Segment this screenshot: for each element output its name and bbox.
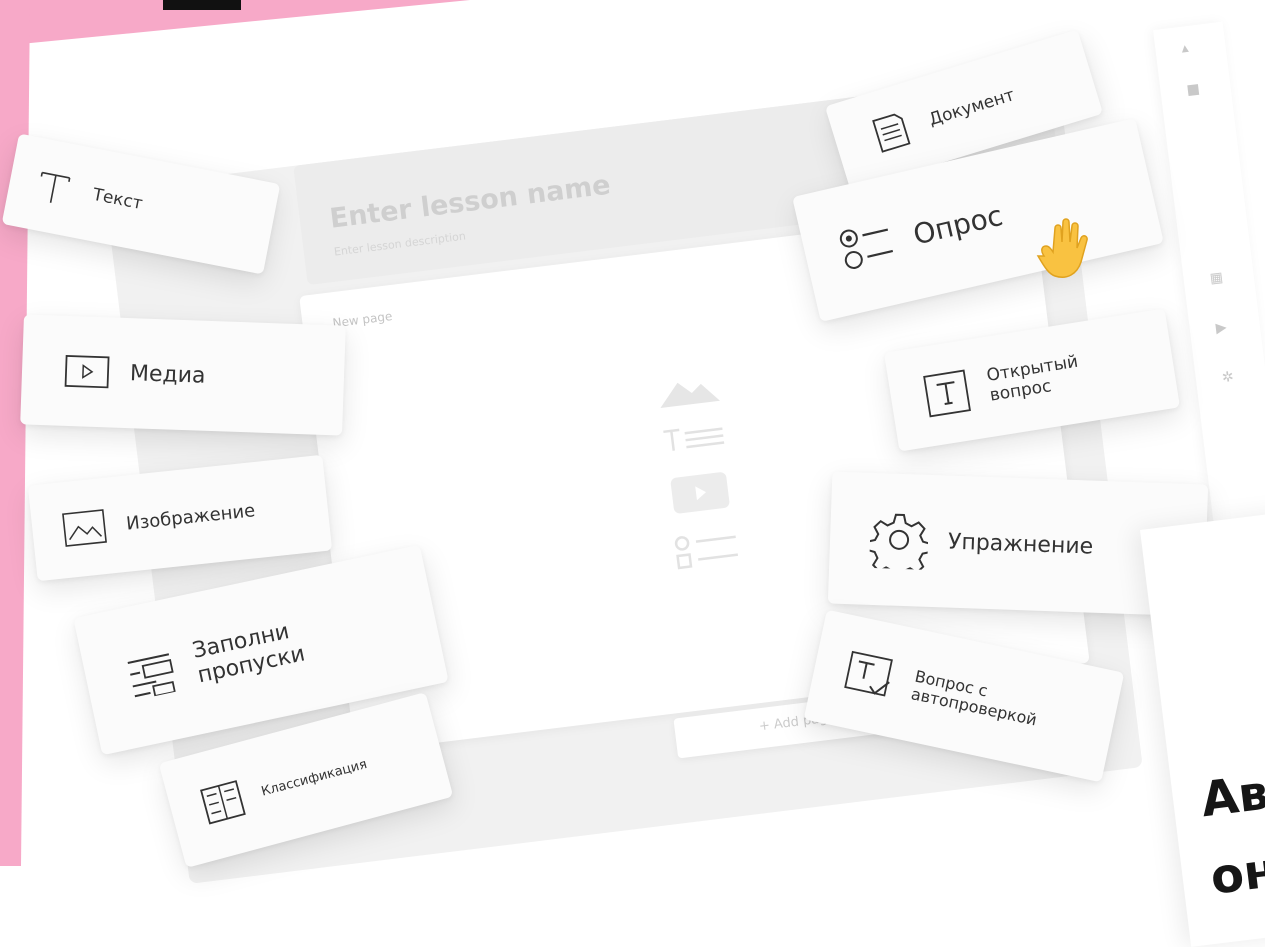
black-bar xyxy=(163,0,241,10)
block-label-text: Текст xyxy=(90,184,145,215)
text-placeholder-icon xyxy=(663,427,725,451)
poll-icon xyxy=(839,228,894,269)
fill-gaps-icon xyxy=(127,653,176,698)
video-icon xyxy=(64,354,110,389)
waving-hand-icon xyxy=(1036,218,1088,278)
auto-check-icon xyxy=(844,650,893,697)
block-label-document: Документ xyxy=(926,85,1017,131)
overlay-heading-line2: он xyxy=(1207,842,1265,906)
lesson-description-input[interactable]: Enter lesson description xyxy=(333,229,466,258)
pink-strip-left xyxy=(0,0,30,866)
document-icon xyxy=(872,113,911,153)
gear-icon[interactable]: ✲ xyxy=(1221,369,1235,386)
grid-icon[interactable]: ▦ xyxy=(1209,270,1224,287)
block-label-poll: Опрос xyxy=(909,198,1006,251)
play-icon[interactable]: ▶ xyxy=(1215,319,1228,336)
open-question-icon xyxy=(923,369,971,418)
image-icon xyxy=(62,509,107,547)
poll-placeholder-icon xyxy=(674,535,739,570)
block-label-auto-check: Вопрос с автопроверкой xyxy=(909,666,1039,730)
classification-icon xyxy=(200,780,246,825)
upload-icon[interactable]: ▴ xyxy=(1181,40,1190,57)
gear-exercise-icon xyxy=(869,513,930,570)
image-placeholder-icon xyxy=(660,382,720,408)
block-label-media: Медиа xyxy=(129,360,206,389)
block-label-fill-gaps: Заполни пропуски xyxy=(190,618,308,689)
video-placeholder-icon xyxy=(670,472,730,514)
block-label-open-question: Открытый вопрос xyxy=(985,352,1080,406)
lesson-name-input[interactable]: Enter lesson name xyxy=(328,170,612,235)
block-card-media[interactable]: Медиа xyxy=(20,314,346,436)
book-icon[interactable]: ■ xyxy=(1186,81,1201,98)
block-label-classification: Классификация xyxy=(259,756,369,800)
text-icon xyxy=(40,171,71,203)
overlay-heading-line1: Авт xyxy=(1198,761,1265,829)
block-label-image: Изображение xyxy=(125,499,257,535)
block-label-exercise: Упражнение xyxy=(947,529,1094,560)
